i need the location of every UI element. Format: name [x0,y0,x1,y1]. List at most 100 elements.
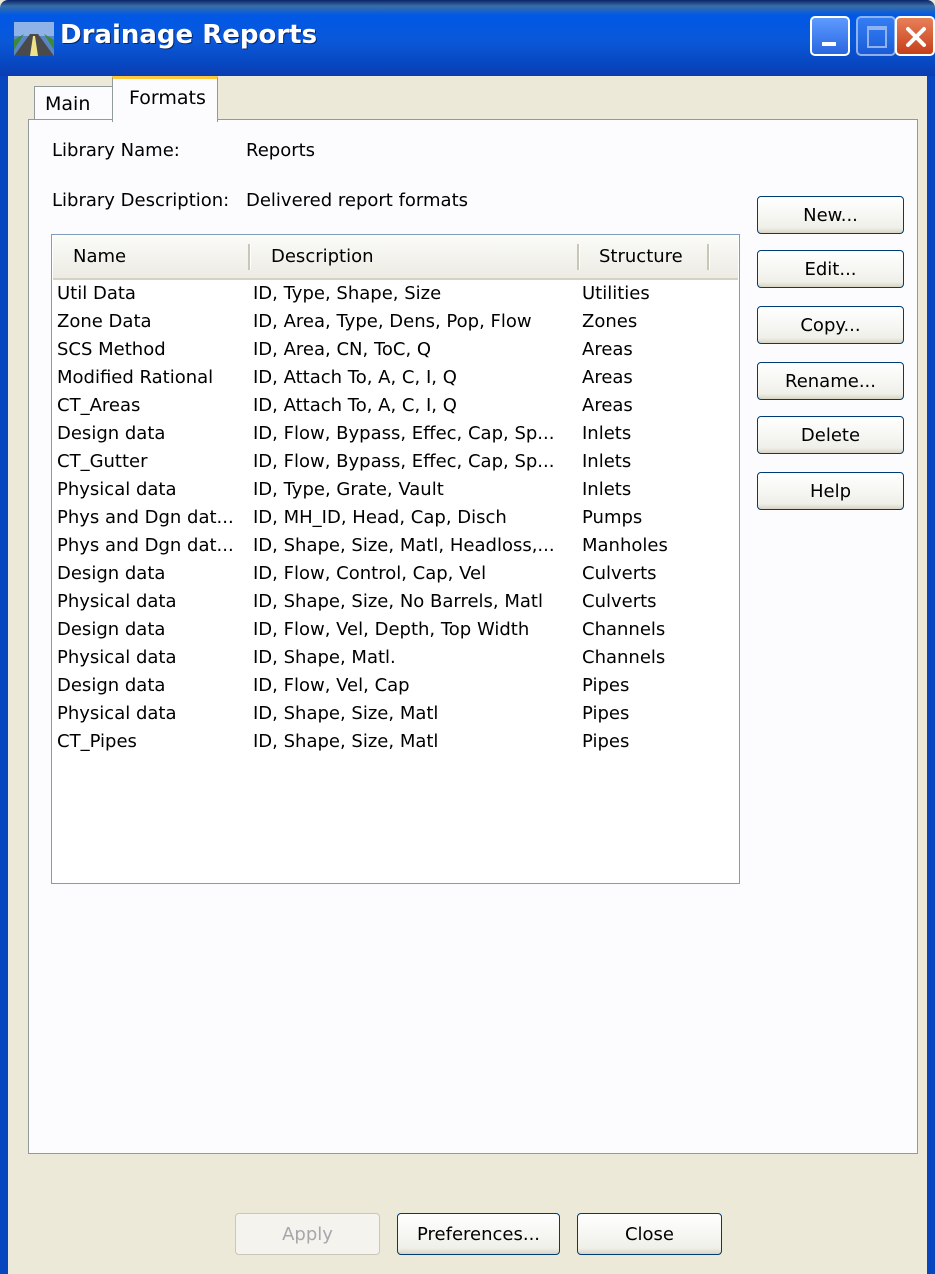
row-structure-cell: Zones [582,311,638,332]
row-structure-cell: Culverts [582,591,657,612]
row-structure-cell: Manholes [582,535,668,556]
title-bar[interactable]: Drainage Reports [0,0,935,76]
library-description-label: Library Description: [52,190,230,211]
list-item[interactable]: Phys and Dgn dat... ID, Shape, Size, Matl… [57,535,737,563]
row-name-cell: CT_Pipes [57,731,137,752]
tab-main[interactable]: Main [34,86,114,120]
row-name-cell: Modified Rational [57,367,214,388]
row-name-cell: Design data [57,423,166,444]
row-structure-cell: Utilities [582,283,650,304]
list-item[interactable]: Zone Data ID, Area, Type, Dens, Pop, Flow… [57,311,737,339]
column-header-structure[interactable]: Structure [599,246,683,267]
row-name-cell: Physical data [57,647,177,668]
list-item[interactable]: Design data ID, Flow, Vel, Depth, Top Wid… [57,619,737,647]
row-description-cell: ID, Type, Grate, Vault [253,479,444,500]
row-description-cell: ID, Flow, Bypass, Effec, Cap, Sp... [253,451,555,472]
row-name-cell: Physical data [57,703,177,724]
row-description-cell: ID, Type, Shape, Size [253,283,442,304]
rename-button[interactable]: Rename... [757,362,904,400]
row-description-cell: ID, Flow, Bypass, Effec, Cap, Sp... [253,423,555,444]
row-description-cell: ID, Shape, Size, Matl [253,703,439,724]
list-item[interactable]: Util Data ID, Type, Shape, Size Utilities [57,283,737,311]
row-description-cell: ID, Attach To, A, C, I, Q [253,395,457,416]
row-structure-cell: Inlets [582,479,632,500]
row-structure-cell: Pipes [582,675,630,696]
minimize-button[interactable] [810,16,850,56]
list-item[interactable]: Physical data ID, Shape, Matl. Channels [57,647,737,675]
new-button[interactable]: New... [757,196,904,234]
row-name-cell: Design data [57,619,166,640]
row-structure-cell: Pipes [582,703,630,724]
row-name-cell: Phys and Dgn dat... [57,535,234,556]
list-item[interactable]: Design data ID, Flow, Bypass, Effec, Cap,… [57,423,737,451]
list-item[interactable]: Design data ID, Flow, Vel, Cap Pipes [57,675,737,703]
library-name-label: Library Name: [52,140,180,161]
close-button[interactable]: Close [577,1213,722,1255]
row-name-cell: CT_Areas [57,395,141,416]
row-name-cell: Phys and Dgn dat... [57,507,234,528]
row-description-cell: ID, Shape, Size, Matl, Headloss,... [253,535,555,556]
row-description-cell: ID, Shape, Size, Matl [253,731,439,752]
row-description-cell: ID, Shape, Matl. [253,647,396,668]
row-structure-cell: Inlets [582,423,632,444]
list-item[interactable]: CT_Gutter ID, Flow, Bypass, Effec, Cap, S… [57,451,737,479]
column-divider[interactable] [707,244,710,270]
row-description-cell: ID, Flow, Control, Cap, Vel [253,563,487,584]
window-frame-right [927,76,935,1274]
formats-list[interactable]: Name Description Structure Util Data ID, … [51,234,740,884]
tab-formats[interactable]: Formats [112,76,218,122]
preferences-button[interactable]: Preferences... [397,1213,560,1255]
row-structure-cell: Areas [582,395,633,416]
column-divider[interactable] [248,244,251,270]
row-structure-cell: Pipes [582,731,630,752]
row-structure-cell: Channels [582,619,666,640]
app-icon [14,22,54,56]
list-item[interactable]: Physical data ID, Type, Grate, Vault Inlet… [57,479,737,507]
copy-button[interactable]: Copy... [757,306,904,344]
row-name-cell: CT_Gutter [57,451,148,472]
help-button[interactable]: Help [757,472,904,510]
list-item[interactable]: Physical data ID, Shape, Size, No Barrels… [57,591,737,619]
row-name-cell: Design data [57,675,166,696]
row-description-cell: ID, MH_ID, Head, Cap, Disch [253,507,507,528]
row-name-cell: Design data [57,563,166,584]
tab-main-label: Main [45,93,91,115]
list-item[interactable]: Physical data ID, Shape, Size, Matl Pipes [57,703,737,731]
close-icon [906,27,926,47]
list-item[interactable]: SCS Method ID, Area, CN, ToC, Q Areas [57,339,737,367]
row-name-cell: Util Data [57,283,136,304]
tab-formats-label: Formats [129,87,206,109]
list-item[interactable]: Modified Rational ID, Attach To, A, C, I,… [57,367,737,395]
column-header-name[interactable]: Name [73,246,126,267]
row-structure-cell: Inlets [582,451,632,472]
list-item[interactable]: Design data ID, Flow, Control, Cap, Vel Cu… [57,563,737,591]
row-description-cell: ID, Flow, Vel, Depth, Top Width [253,619,530,640]
row-name-cell: Physical data [57,479,177,500]
list-item[interactable]: CT_Pipes ID, Shape, Size, Matl Pipes [57,731,737,759]
column-divider[interactable] [577,244,580,270]
list-item[interactable]: CT_Areas ID, Attach To, A, C, I, Q Areas [57,395,737,423]
row-name-cell: SCS Method [57,339,166,360]
row-description-cell: ID, Shape, Size, No Barrels, Matl [253,591,543,612]
row-description-cell: ID, Area, Type, Dens, Pop, Flow [253,311,532,332]
row-structure-cell: Channels [582,647,666,668]
close-window-button[interactable] [895,16,935,56]
row-structure-cell: Areas [582,339,633,360]
row-structure-cell: Areas [582,367,633,388]
apply-button[interactable]: Apply [235,1213,380,1255]
maximize-button[interactable] [856,16,896,56]
row-description-cell: ID, Area, CN, ToC, Q [253,339,432,360]
row-description-cell: ID, Flow, Vel, Cap [253,675,410,696]
row-name-cell: Physical data [57,591,177,612]
delete-button[interactable]: Delete [757,416,904,454]
row-name-cell: Zone Data [57,311,152,332]
window-title: Drainage Reports [60,20,318,50]
library-name-value: Reports [246,140,316,161]
library-description-value: Delivered report formats [246,190,469,211]
column-header-description[interactable]: Description [271,246,374,267]
row-structure-cell: Culverts [582,563,657,584]
window-frame-left [0,76,8,1274]
edit-button[interactable]: Edit... [757,250,904,288]
row-structure-cell: Pumps [582,507,643,528]
list-item[interactable]: Phys and Dgn dat... ID, MH_ID, Head, Cap,… [57,507,737,535]
